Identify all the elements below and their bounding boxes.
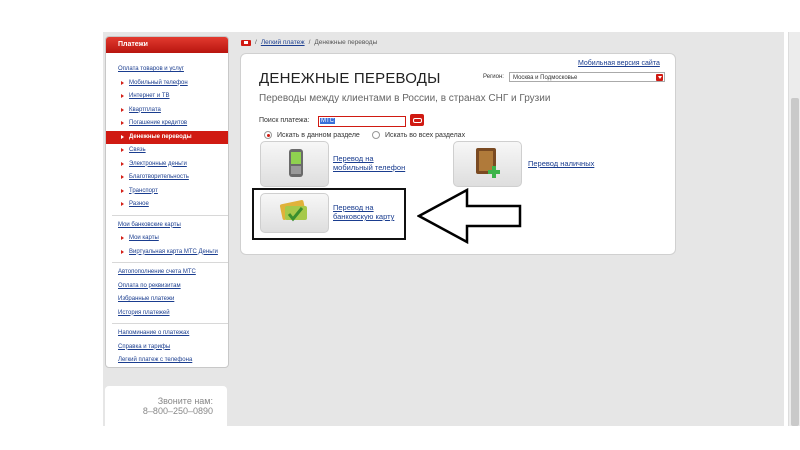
search-input[interactable]: МТС <box>318 116 406 127</box>
link-cash-transfer[interactable]: Перевод наличных <box>528 159 594 168</box>
sidebar-item-internet[interactable]: Интернет и ТВ <box>118 90 224 104</box>
sidebar-item-other[interactable]: Разное <box>118 198 224 212</box>
radio-unchecked-icon[interactable] <box>372 131 380 139</box>
radio-all-sections-label: Искать во всех разделах <box>385 131 466 139</box>
sidebar-item-virtual-card[interactable]: Виртуальная карта МТС Деньги <box>118 246 224 260</box>
tile-cash-transfer[interactable] <box>453 141 522 187</box>
sidebar-item-emoney[interactable]: Электронные деньги <box>118 158 224 172</box>
sidebar-divider <box>112 262 228 263</box>
region-label: Регион: <box>483 74 504 80</box>
radio-this-section[interactable]: Искать в данном разделе <box>264 131 360 139</box>
search-label: Поиск платежа: <box>259 117 310 124</box>
sidebar-item-charity[interactable]: Благотворительность <box>118 171 224 185</box>
annotation-highlight-box <box>252 188 406 240</box>
page-subtitle: Переводы между клиентами в России, в стр… <box>259 93 551 104</box>
search-input-value: МТС <box>320 118 335 124</box>
sidebar-link-favorites[interactable]: Избранные платежи <box>118 293 224 307</box>
breadcrumb-link-easy-pay[interactable]: Легкий платеж <box>261 39 305 46</box>
sidebar-item-mobile[interactable]: Мобильный телефон <box>118 77 224 91</box>
wallet-icon <box>476 148 500 178</box>
scrollbar-thumb[interactable] <box>791 98 799 426</box>
sidebar-link-autopay[interactable]: Автопополнение счета МТС <box>118 266 224 280</box>
scrollbar[interactable] <box>788 32 800 426</box>
call-us-label: Звоните нам: <box>157 396 213 406</box>
sidebar-item-rent[interactable]: Квартплата <box>118 104 224 118</box>
sidebar-header: Платежи <box>106 37 228 53</box>
search-button[interactable] <box>410 114 424 126</box>
mobile-phone-icon <box>289 149 303 177</box>
tile-mobile-transfer[interactable] <box>260 141 329 187</box>
breadcrumb-current: Денежные переводы <box>314 39 378 46</box>
sidebar-group-payments[interactable]: Оплата товаров и услуг <box>118 63 224 77</box>
radio-all-sections[interactable]: Искать во всех разделах <box>372 131 465 139</box>
region-select[interactable]: Москва и Подмосковье <box>509 72 665 82</box>
sidebar-item-transport[interactable]: Транспорт <box>118 185 224 199</box>
phone-number: 8–800–250–0890 <box>142 406 213 416</box>
radio-this-section-label: Искать в данном разделе <box>277 131 360 139</box>
sidebar: Платежи Оплата товаров и услуг Мобильный… <box>105 36 229 368</box>
page-title: ДЕНЕЖНЫЕ ПЕРЕВОДЫ <box>259 70 441 87</box>
link-mobile-transfer[interactable]: Перевод на мобильный телефон <box>333 154 405 172</box>
sidebar-link-history[interactable]: История платежей <box>118 307 224 321</box>
breadcrumb: / Легкий платеж / Денежные переводы <box>241 39 377 46</box>
sidebar-group-cards[interactable]: Мои банковские карты <box>118 219 224 233</box>
sidebar-link-requisites[interactable]: Оплата по реквизитам <box>118 280 224 294</box>
sidebar-divider <box>112 323 228 324</box>
sidebar-item-communication[interactable]: Связь <box>118 144 224 158</box>
sidebar-link-help[interactable]: Справка и тарифы <box>118 341 224 355</box>
sidebar-divider <box>112 214 228 216</box>
sidebar-link-mobile-pay[interactable]: Легкий платеж с телефона <box>118 354 224 367</box>
home-icon[interactable] <box>241 39 251 46</box>
sidebar-item-my-cards[interactable]: Мои карты <box>118 232 224 246</box>
call-us-box: Звоните нам: 8–800–250–0890 <box>105 386 227 426</box>
sidebar-item-loans[interactable]: Погашение кредитов <box>118 117 224 131</box>
breadcrumb-separator: / <box>255 39 257 46</box>
mobile-version-link[interactable]: Мобильная версия сайта <box>578 60 660 67</box>
sidebar-link-reminders[interactable]: Напоминание о платежах <box>118 327 224 341</box>
annotation-arrow-icon <box>417 188 522 244</box>
breadcrumb-separator: / <box>308 39 311 46</box>
region-value: Москва и Подмосковье <box>513 75 578 81</box>
chevron-down-icon[interactable] <box>656 74 663 81</box>
radio-checked-icon[interactable] <box>264 131 272 139</box>
sidebar-item-transfers[interactable]: Денежные переводы <box>106 130 228 144</box>
